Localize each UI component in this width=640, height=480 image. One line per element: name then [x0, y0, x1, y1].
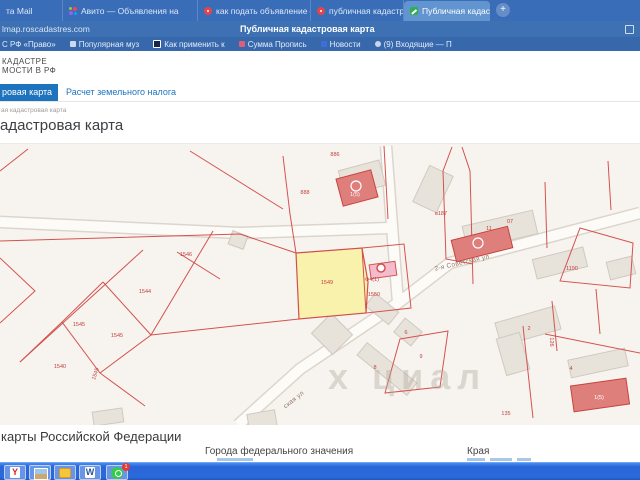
- bookmark-favicon-icon: [238, 41, 245, 47]
- bookmark-favicon-icon: [153, 40, 162, 48]
- parcel-label: 11: [486, 226, 492, 232]
- parcel-label: Ф4(1): [365, 277, 379, 283]
- bookmark-music[interactable]: Популярная муз: [69, 40, 139, 49]
- notification-badge: 1: [122, 462, 130, 471]
- map-labels: 886 888 1546 1544 1545 1545 1540 1545 1549 Ф4(1) 1…: [0, 144, 640, 426]
- taskbar-folder-button[interactable]: [54, 464, 76, 480]
- footer-link-partial[interactable]: [467, 458, 485, 461]
- tab-podat-obyavlenie[interactable]: как подать объявление —: [198, 0, 311, 21]
- tab-kadastrovaya[interactable]: публичная кадастровая —: [311, 0, 404, 21]
- nav-link-land-tax[interactable]: Расчет земельного налога: [66, 84, 176, 101]
- parcel-label: 126: [548, 337, 554, 347]
- watermark: х циал: [328, 356, 488, 397]
- mail-favicon-icon: [374, 41, 381, 47]
- parcel-label: 6: [404, 330, 408, 336]
- yandex-icon: Y: [10, 466, 20, 478]
- footer-link-partial[interactable]: [517, 458, 531, 461]
- taskbar-yandex-button[interactable]: Y: [4, 464, 26, 480]
- bookmark-summa-propis[interactable]: Сумма Пропись: [238, 40, 307, 49]
- parcel-label: 1545: [72, 322, 86, 328]
- tab-active-kadastrovaya[interactable]: Публичная кадастров ×: [404, 1, 490, 21]
- parcel-label: 888: [300, 190, 310, 196]
- tab-label: Публичная кадастров: [422, 6, 490, 16]
- photo-icon: [34, 467, 48, 480]
- tab-label: публичная кадастровая —: [329, 5, 404, 16]
- taskbar-whatsapp-button[interactable]: 1: [106, 462, 130, 480]
- parcel-label: 1(5): [594, 395, 604, 401]
- parcel-label: 1544: [138, 289, 152, 295]
- footer-link-partial[interactable]: [490, 458, 512, 461]
- tab-label: как подать объявление —: [216, 5, 311, 16]
- footer-column-krais: Края: [467, 446, 490, 457]
- taskbar-word-button[interactable]: W: [79, 464, 101, 480]
- word-icon: W: [85, 466, 95, 478]
- tab-label: Авито — Объявления на: [81, 5, 179, 16]
- tab-label: та Mail: [6, 5, 33, 16]
- address-url[interactable]: lmap.roscadastres.com: [2, 24, 90, 34]
- avito-favicon-icon: [69, 6, 77, 15]
- parcel-label: 1545: [110, 333, 124, 339]
- nav-tab-map[interactable]: ровая карта: [0, 84, 58, 101]
- taskbar-photos-button[interactable]: [29, 464, 51, 480]
- window-title: Публичная кадастровая карта: [240, 23, 375, 34]
- parcel-label: 1190: [566, 266, 578, 272]
- page-title: адастровая карта: [0, 117, 124, 134]
- street-label: 2-я Советская ул: [433, 253, 491, 273]
- browser-tab-bar: та Mail Авито — Объявления на как подать…: [0, 0, 640, 21]
- footer: карты Российской Федерации Города федера…: [0, 425, 640, 462]
- footer-link-partial[interactable]: [217, 458, 253, 461]
- page-content: КАДАСТРЕ МОСТИ В РФ ровая карта Расчет з…: [0, 51, 640, 462]
- site-logo: КАДАСТРЕ МОСТИ В РФ: [2, 57, 57, 75]
- bookmark-inbox[interactable]: (9) Входящие — П: [374, 40, 452, 49]
- parcel-label: 1546: [179, 252, 193, 258]
- site-favicon-icon: [317, 6, 325, 15]
- parcel-label: 1549: [320, 280, 334, 286]
- address-bar: lmap.roscadastres.com Публичная кадастро…: [0, 21, 640, 37]
- bookmark-panel-icon[interactable]: [625, 25, 634, 34]
- screen: та Mail Авито — Объявления на как подать…: [0, 0, 640, 480]
- parcel-label: в187: [434, 211, 448, 217]
- divider: [0, 101, 640, 102]
- new-tab-button[interactable]: +: [496, 3, 510, 17]
- bookmark-pravo[interactable]: С РФ «Право»: [2, 40, 56, 49]
- parcel-label: 1550: [367, 292, 381, 298]
- parcel-label: 1(5): [350, 192, 360, 198]
- parcel-label: 1540: [53, 364, 67, 370]
- parcel-label: 135: [501, 411, 511, 417]
- vk-favicon-icon: [320, 41, 327, 47]
- bookmark-kak-primenit[interactable]: Как применить к: [153, 40, 225, 49]
- bookmarks-bar: С РФ «Право» Популярная муз Как применит…: [0, 37, 640, 51]
- parcel-label: 1545: [91, 367, 101, 381]
- tab-avito[interactable]: Авито — Объявления на: [63, 0, 198, 21]
- parcel-label: 2: [527, 326, 531, 332]
- tab-mail[interactable]: та Mail: [0, 0, 63, 21]
- parcel-label: 07: [506, 219, 514, 225]
- folder-icon: [59, 467, 71, 478]
- parcel-label: 886: [330, 152, 340, 158]
- parcel-label: 4: [569, 366, 573, 372]
- site-favicon-icon: [204, 6, 212, 15]
- map-favicon-icon: [410, 7, 418, 15]
- taskbar: Y W 1: [0, 462, 640, 480]
- breadcrumb: ая кадастровая карта: [1, 107, 67, 114]
- whatsapp-icon: [111, 466, 123, 479]
- street-label: ская ул: [282, 389, 306, 411]
- footer-column-federal-cities: Города федерального значения: [205, 446, 354, 457]
- footer-heading: карты Российской Федерации: [1, 429, 182, 444]
- bookmark-favicon-icon: [69, 41, 76, 47]
- bookmark-novosti[interactable]: Новости: [320, 40, 361, 49]
- cadastral-map[interactable]: 886 888 1546 1544 1545 1545 1540 1545 1549 Ф4(1) 1…: [0, 143, 640, 426]
